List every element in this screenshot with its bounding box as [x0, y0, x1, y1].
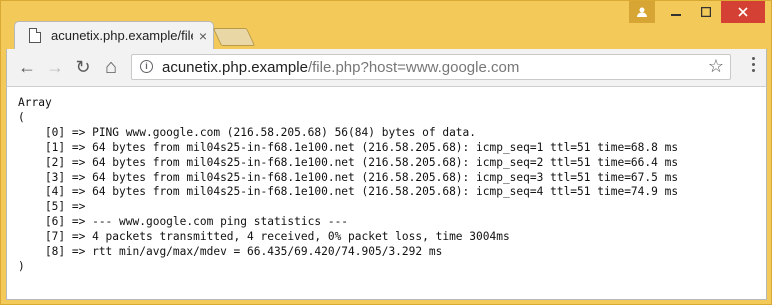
- user-icon[interactable]: [629, 1, 655, 23]
- output-line: [2] => 64 bytes from mil04s25-in-f68.1e1…: [18, 155, 679, 169]
- output-line: [3] => 64 bytes from mil04s25-in-f68.1e1…: [18, 170, 679, 184]
- url-path: /file.php?host=www.google.com: [307, 59, 520, 76]
- output-line: [6] => --- www.google.com ping statistic…: [18, 215, 349, 229]
- php-array-output: Array ( [0] => PING www.google.com (216.…: [18, 96, 678, 275]
- output-line: [4] => 64 bytes from mil04s25-in-f68.1e1…: [18, 185, 679, 199]
- tab-title: acunetix.php.example/file: [51, 28, 193, 43]
- browser-tab[interactable]: acunetix.php.example/file ×: [14, 21, 214, 49]
- url-host: acunetix.php.example: [162, 59, 308, 76]
- bookmark-star-icon[interactable]: ☆: [708, 56, 724, 77]
- menu-icon[interactable]: [750, 55, 756, 73]
- maximize-icon[interactable]: [691, 1, 721, 23]
- output-line: [0] => PING www.google.com (216.58.205.6…: [18, 125, 477, 139]
- page-content: Array ( [0] => PING www.google.com (216.…: [6, 86, 767, 300]
- new-tab-button[interactable]: [212, 28, 256, 46]
- output-line: (: [18, 110, 25, 124]
- tab-close-icon[interactable]: ×: [193, 28, 213, 44]
- forward-icon[interactable]: →: [45, 57, 65, 77]
- output-line: ): [18, 259, 25, 273]
- url-text[interactable]: acunetix.php.example/file.php?host=www.g…: [162, 59, 519, 76]
- document-icon: [29, 28, 41, 43]
- reload-icon[interactable]: ↻: [73, 57, 93, 77]
- toolbar: ← → ↻ ⌂ i acunetix.php.example/file.php?…: [6, 49, 767, 86]
- close-icon[interactable]: [721, 1, 765, 23]
- output-line: [1] => 64 bytes from mil04s25-in-f68.1e1…: [18, 140, 679, 154]
- info-icon[interactable]: i: [140, 60, 153, 73]
- back-icon[interactable]: ←: [17, 57, 37, 77]
- output-line: Array: [18, 96, 52, 109]
- window-controls: [629, 1, 765, 23]
- output-line: [7] => 4 packets transmitted, 4 received…: [18, 230, 510, 244]
- address-bar[interactable]: i acunetix.php.example/file.php?host=www…: [131, 54, 731, 80]
- output-line: [8] => rtt min/avg/max/mdev = 66.435/69.…: [18, 245, 443, 259]
- browser-window: acunetix.php.example/file × ← → ↻ ⌂ i ac…: [0, 0, 772, 305]
- home-icon[interactable]: ⌂: [101, 56, 121, 78]
- minimize-icon[interactable]: [661, 1, 691, 23]
- output-line: [5] =>: [18, 200, 86, 214]
